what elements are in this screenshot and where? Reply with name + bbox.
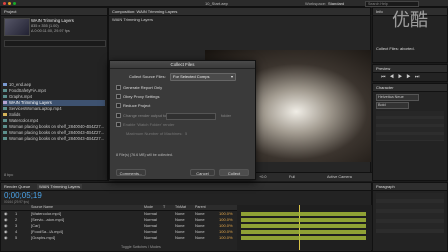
collect-files-dialog: Collect Files Collect Source Files: For …: [109, 60, 256, 180]
collect-source-label: Collect Source Files:: [129, 74, 166, 79]
composition-tabbar: Composition: WAIN Trimming Layers: [109, 8, 370, 16]
tab-character[interactable]: Character: [376, 85, 394, 90]
comp-size: 835 x 355 (1.00): [31, 24, 59, 28]
chevron-down-icon: ▾: [230, 74, 233, 79]
collect-summary: 8 File(s) (76.6 MB) will be collected.: [116, 153, 173, 157]
minimize-window-icon[interactable]: [8, 1, 11, 5]
resolution-select[interactable]: Full: [289, 175, 295, 179]
bpc-label[interactable]: 8 bpc: [4, 173, 13, 177]
tab-project[interactable]: Project: [4, 9, 16, 14]
layer-bar[interactable]: [241, 236, 366, 240]
workspace-label: Workspace:: [305, 0, 327, 6]
layer-bar[interactable]: [241, 230, 366, 234]
reduce-project-checkbox[interactable]: [116, 103, 121, 109]
footage-icon: [3, 107, 7, 111]
project-panel: Project WAIN Trimming Layers 835 x 355 (…: [0, 7, 108, 181]
obey-proxy-checkbox[interactable]: [116, 94, 121, 100]
tab-paragraph[interactable]: Paragraph: [376, 184, 395, 189]
character-settings[interactable]: [376, 111, 444, 141]
playback-controls-icon[interactable]: ⏮◀▶▶⏭: [381, 74, 423, 80]
dialog-title: Collect Files: [170, 62, 195, 67]
enable-watch-option[interactable]: Enable 'Watch Folder' render: [116, 122, 174, 128]
reduce-project-option[interactable]: Reduce Project: [116, 103, 150, 109]
generate-report-checkbox[interactable]: [116, 85, 121, 91]
footage-icon: [3, 131, 7, 135]
layer-bar[interactable]: [241, 218, 366, 222]
tab-render-queue[interactable]: Render Queue: [4, 184, 30, 189]
col-trkmat[interactable]: TrkMat: [175, 205, 186, 210]
comments-button[interactable]: Comments...: [116, 169, 146, 176]
footage-icon: [3, 119, 7, 123]
project-file-icon: [3, 83, 7, 87]
workspace-select[interactable]: Standard: [328, 1, 344, 6]
collect-source-select[interactable]: For Selected Comps ▾: [170, 73, 236, 81]
paragraph-tabbar: Paragraph: [373, 183, 447, 191]
col-parent[interactable]: Parent: [195, 205, 206, 210]
change-render-option[interactable]: Change render output to: [116, 113, 166, 119]
cancel-button[interactable]: Cancel: [190, 169, 215, 176]
comp-subtab[interactable]: WAIN Trimming Layers: [112, 17, 153, 22]
render-folder-input[interactable]: [166, 113, 216, 120]
watermark-logo: 优酷: [392, 10, 428, 31]
collect-button[interactable]: Collect: [219, 169, 249, 176]
project-search-input[interactable]: [4, 40, 106, 47]
footage-icon: [3, 89, 7, 93]
col-source-name[interactable]: Source Name: [31, 205, 53, 210]
project-items-list: 10_end.aep FoodSafetyFiA.mp4 Graphs.mp4 …: [1, 48, 107, 178]
folder-icon: [3, 113, 7, 117]
visibility-icon[interactable]: ◉: [4, 235, 8, 241]
dialog-titlebar: Collect Files: [110, 61, 255, 69]
tab-preview[interactable]: Preview: [376, 66, 390, 71]
info-message: Collect Files: aborted.: [376, 46, 415, 51]
paragraph-panel: Paragraph: [372, 182, 448, 252]
col-t[interactable]: T: [163, 205, 165, 210]
character-tabbar: Character: [373, 84, 447, 92]
layer-bar[interactable]: [241, 224, 366, 228]
camera-select[interactable]: Active Camera: [327, 175, 352, 179]
timecode[interactable]: 0;00;05;19: [4, 191, 42, 200]
paragraph-settings[interactable]: [376, 193, 444, 233]
fps-readout: 00164 (29.97 fps): [4, 200, 29, 204]
enable-watch-checkbox[interactable]: [116, 122, 121, 128]
toggle-switches-modes[interactable]: Toggle Switches / Modes: [121, 245, 161, 249]
comp-thumbnail: [4, 18, 30, 36]
tab-info[interactable]: Info: [376, 9, 383, 14]
comp-name: WAIN Trimming Layers: [31, 18, 74, 23]
footage-icon: [3, 137, 7, 141]
window-title: 10_Start.aep: [205, 0, 228, 6]
comp-duration: Δ 0:00:11:00, 29.97 fps: [31, 29, 70, 33]
col-mode[interactable]: Mode: [144, 205, 153, 210]
timeline-tabbar: Render Queue WAIN Trimming Layers: [1, 183, 371, 191]
project-tabbar: Project: [1, 8, 107, 16]
preview-panel: Preview ⏮◀▶▶⏭: [372, 64, 448, 82]
tab-timeline-comp[interactable]: WAIN Trimming Layers: [37, 184, 82, 189]
max-machines-label: Maximum Number of Machines:: [126, 131, 183, 136]
exposure-value[interactable]: +0.0: [259, 175, 267, 179]
font-style-select[interactable]: Bold: [376, 102, 409, 109]
preview-tabbar: Preview: [373, 65, 447, 73]
timeline-panel: Render Queue WAIN Trimming Layers 0;00;0…: [0, 182, 373, 252]
font-family-select[interactable]: Helvetica Neue: [376, 94, 419, 101]
close-window-icon[interactable]: [3, 1, 6, 5]
change-render-checkbox[interactable]: [116, 113, 121, 119]
footage-icon: [3, 95, 7, 99]
footage-icon: [3, 125, 7, 129]
layer-bar[interactable]: [241, 212, 366, 216]
generate-report-option[interactable]: Generate Report Only: [116, 85, 162, 91]
list-item[interactable]: Woman placing books on shelf_2840043-4B4…: [3, 136, 105, 142]
obey-proxy-option[interactable]: Obey Proxy Settings: [116, 94, 159, 100]
zoom-window-icon[interactable]: [13, 1, 16, 5]
character-panel: Character Helvetica Neue Bold: [372, 83, 448, 181]
tab-composition[interactable]: Composition: WAIN Trimming Layers: [112, 9, 177, 14]
comp-icon: [3, 101, 7, 105]
folder-suffix: folder: [221, 113, 232, 118]
window-titlebar: 10_Start.aep Workspace: Standard Search …: [0, 0, 448, 7]
max-machines-value[interactable]: 5: [185, 131, 187, 136]
